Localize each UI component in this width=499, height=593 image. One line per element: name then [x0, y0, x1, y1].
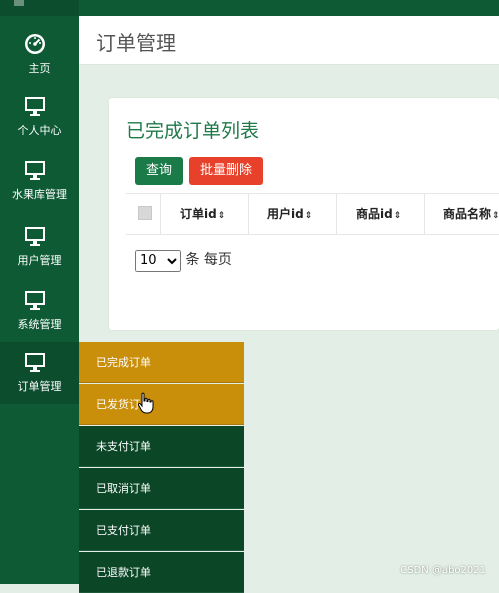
sort-icon: ⇕ [393, 211, 402, 221]
card-title: 已完成订单列表 [126, 120, 260, 142]
sidebar-item-label: 订单管理 [17, 380, 62, 393]
sort-icon: ⇕ [492, 211, 499, 221]
monitor-icon [25, 161, 45, 180]
page-header: 订单管理 [79, 16, 499, 65]
sidebar-item-label: 系统管理 [17, 318, 62, 331]
sidebar-item-label: 水果库管理 [12, 188, 67, 201]
hand-cursor-icon [137, 392, 154, 414]
submenu-item-completed-orders[interactable]: 已完成订单 [79, 342, 244, 383]
order-list-card: 已完成订单列表 查询 批量删除 订单id⇕ 用户id⇕ 商品id⇕ 商品名称⇕ … [109, 98, 499, 330]
dashboard-icon [25, 34, 45, 54]
select-all-checkbox[interactable] [138, 206, 152, 220]
sort-icon: ⇕ [304, 211, 313, 221]
top-strip [79, 0, 499, 16]
pagination: 10 条 每页 [135, 249, 232, 272]
sidebar-item-fruit-library[interactable]: 水果库管理 [0, 150, 79, 212]
sidebar-item-home[interactable]: 主页 [0, 24, 79, 86]
submenu-item-paid-orders[interactable]: 已支付订单 [79, 510, 244, 551]
sidebar: 主页 个人中心 水果库管理 用户管理 系统管理 订单管理 [0, 0, 79, 584]
page-size-suffix: 条 每页 [185, 252, 232, 268]
sidebar-item-label: 用户管理 [17, 254, 62, 267]
sidebar-item-system-management[interactable]: 系统管理 [0, 280, 79, 342]
submenu-item-cancelled-orders[interactable]: 已取消订单 [79, 468, 244, 509]
logo-mark [14, 0, 24, 6]
sort-icon: ⇕ [217, 211, 226, 221]
submenu-item-unpaid-orders[interactable]: 未支付订单 [79, 426, 244, 467]
monitor-icon [25, 353, 45, 372]
query-button[interactable]: 查询 [135, 157, 183, 185]
column-header-user-id[interactable]: 用户id⇕ [248, 194, 336, 234]
column-header-product-id[interactable]: 商品id⇕ [336, 194, 424, 234]
monitor-icon [25, 227, 45, 246]
sidebar-item-order-management[interactable]: 订单管理 [0, 342, 79, 404]
column-header-order-id[interactable]: 订单id⇕ [160, 194, 248, 234]
submenu-item-refunded-orders[interactable]: 已退款订单 [79, 552, 244, 593]
watermark: CSDN @abo2021 [400, 565, 486, 576]
monitor-icon [25, 97, 45, 116]
select-all-header [126, 194, 160, 234]
sidebar-item-personal-center[interactable]: 个人中心 [0, 86, 79, 148]
sidebar-topbar [0, 0, 79, 16]
submenu-item-shipped-orders[interactable]: 已发货订单 [79, 384, 244, 425]
batch-delete-button[interactable]: 批量删除 [189, 157, 263, 185]
page-size-select[interactable]: 10 [135, 249, 181, 272]
sidebar-item-label: 主页 [28, 62, 51, 75]
monitor-icon [25, 291, 45, 310]
sidebar-item-user-management[interactable]: 用户管理 [0, 216, 79, 278]
page-title: 订单管理 [96, 31, 176, 55]
column-header-product-name[interactable]: 商品名称⇕ [424, 194, 499, 234]
orders-table: 订单id⇕ 用户id⇕ 商品id⇕ 商品名称⇕ [126, 193, 499, 235]
sidebar-item-label: 个人中心 [17, 124, 62, 137]
